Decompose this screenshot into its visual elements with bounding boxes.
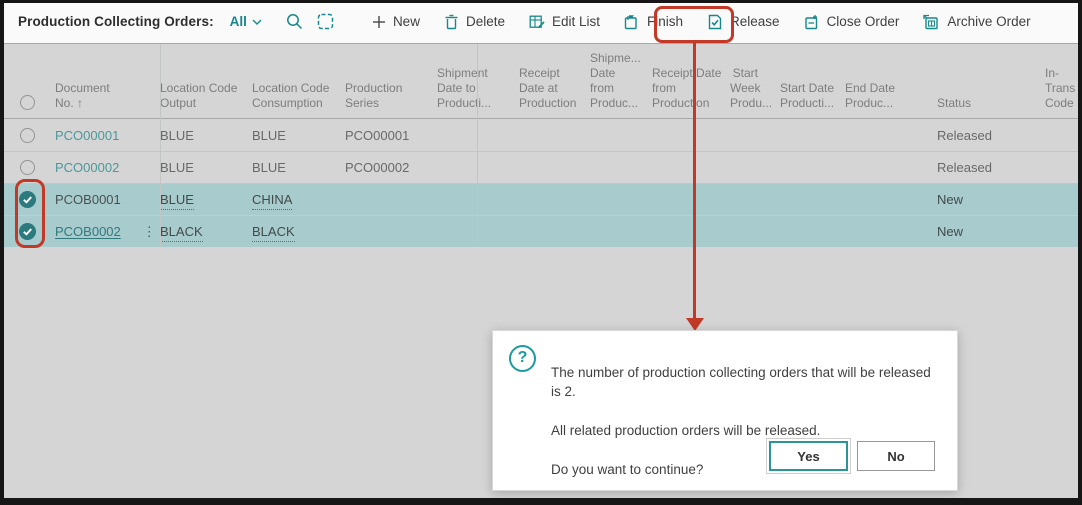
status-cell: New (920, 216, 1035, 247)
release-doc-check-icon (707, 14, 723, 30)
column-header-production-series[interactable]: Production Series (345, 81, 437, 118)
plus-icon (372, 15, 386, 29)
column-header-receipt-date-at-production[interactable]: Receipt Date at Production (519, 66, 590, 118)
release-button[interactable]: Release (707, 14, 780, 30)
table-row[interactable]: PCO00002 BLUE BLUE PCO00002 Released (0, 151, 1082, 183)
production-series-cell: PCO00001 (345, 120, 437, 151)
edit-list-button-label: Edit List (552, 14, 600, 29)
analysis-mode-icon (317, 13, 334, 30)
location-code-output-cell[interactable]: BLACK (160, 223, 203, 242)
location-code-output-cell[interactable]: BLUE (160, 191, 194, 210)
delete-button-label: Delete (466, 14, 505, 29)
new-button[interactable]: New (372, 14, 420, 29)
release-button-label: Release (730, 14, 780, 29)
location-code-consumption-cell: BLUE (252, 152, 345, 183)
more-options-label: More options (1079, 14, 1082, 29)
finish-button-label: Finish (647, 14, 683, 29)
production-collecting-orders-page: Production Collecting Orders: All New De… (0, 0, 1082, 505)
production-series-cell: PCO00002 (345, 152, 437, 183)
view-filter-value: All (230, 14, 247, 29)
location-code-output-cell: BLUE (160, 152, 252, 183)
search-button[interactable] (286, 13, 303, 30)
more-options-button[interactable]: More options (1079, 14, 1082, 29)
column-header-location-code-output[interactable]: Location Code Output (160, 81, 252, 118)
no-button[interactable]: No (857, 441, 935, 471)
row-context-menu-icon[interactable]: ⋮ (143, 216, 156, 247)
finish-button[interactable]: Finish (624, 14, 683, 30)
release-confirmation-dialog: ? The number of production collecting or… (492, 330, 958, 491)
close-order-icon (804, 14, 820, 30)
edit-list-button[interactable]: Edit List (529, 14, 600, 30)
search-icon (286, 13, 303, 30)
column-header-in-trans-code[interactable]: In-Trans Code (1035, 66, 1082, 118)
status-cell: Released (920, 152, 1035, 183)
dialog-message-line-1: The number of production collecting orde… (551, 363, 947, 402)
row-select-radio[interactable] (20, 160, 35, 175)
status-cell: New (920, 184, 1035, 215)
table-row-selected[interactable]: PCOB0002 ⋮ BLACK BLACK New (0, 215, 1082, 247)
table-row[interactable]: PCO00001 BLUE BLUE PCO00001 Released (0, 119, 1082, 151)
table-header-row: Document No. ↑ Location Code Output Loca… (0, 44, 1082, 119)
archive-order-icon (923, 14, 940, 30)
archive-order-button[interactable]: Archive Order (923, 14, 1030, 30)
row-select-radio[interactable] (20, 128, 35, 143)
document-no-link[interactable]: PCO00001 (55, 128, 119, 143)
status-cell: Released (920, 120, 1035, 151)
chevron-down-icon (252, 19, 262, 25)
column-header-location-code-consumption[interactable]: Location Code Consumption (252, 81, 345, 118)
location-code-output-cell: BLUE (160, 120, 252, 151)
question-icon: ? (509, 345, 536, 372)
delete-button[interactable]: Delete (444, 14, 505, 30)
column-header-start-date-production[interactable]: Start Date Producti... (780, 81, 845, 118)
new-button-label: New (393, 14, 420, 29)
row-selected-check-icon[interactable] (19, 223, 36, 240)
close-order-button-label: Close Order (827, 14, 900, 29)
table-row-selected[interactable]: PCOB0001 BLUE CHINA New (0, 183, 1082, 215)
column-header-shipment-date-to-production[interactable]: Shipment Date to Producti... (437, 66, 519, 118)
dialog-message-line-2: All related production orders will be re… (551, 421, 947, 441)
trash-icon (444, 14, 459, 30)
column-header-start-week-production[interactable]: Start Week Produ... (730, 66, 780, 118)
document-no-link[interactable]: PCO00002 (55, 160, 119, 175)
close-order-button[interactable]: Close Order (804, 14, 900, 30)
view-filter-dropdown[interactable]: All (230, 14, 262, 29)
column-header-shipment-date-from-production[interactable]: Shipme... Date from Produc... (590, 51, 652, 118)
location-code-consumption-cell[interactable]: CHINA (252, 191, 292, 210)
column-header-receipt-date-from-production[interactable]: Receipt Date from Production (652, 66, 730, 118)
freeze-pane-divider (160, 44, 161, 247)
location-code-consumption-cell[interactable]: BLACK (252, 223, 295, 242)
select-all-radio[interactable] (20, 95, 35, 110)
column-header-status[interactable]: Status (920, 96, 1035, 118)
action-toolbar: Production Collecting Orders: All New De… (0, 0, 1082, 44)
page-title: Production Collecting Orders: (18, 14, 214, 29)
yes-button[interactable]: Yes (769, 441, 848, 471)
row-selected-check-icon[interactable] (19, 191, 36, 208)
document-no-cell[interactable]: PCOB0001 (55, 192, 121, 207)
finish-flag-icon (624, 14, 640, 30)
edit-list-icon (529, 14, 545, 30)
column-divider (477, 44, 478, 247)
location-code-consumption-cell: BLUE (252, 120, 345, 151)
column-header-end-date-production[interactable]: End Date Produc... (845, 81, 920, 118)
archive-order-button-label: Archive Order (947, 14, 1030, 29)
document-no-link[interactable]: PCOB0002 (55, 216, 121, 247)
column-header-document-no[interactable]: Document No. ↑ (55, 81, 160, 118)
analysis-mode-button[interactable] (317, 13, 334, 30)
